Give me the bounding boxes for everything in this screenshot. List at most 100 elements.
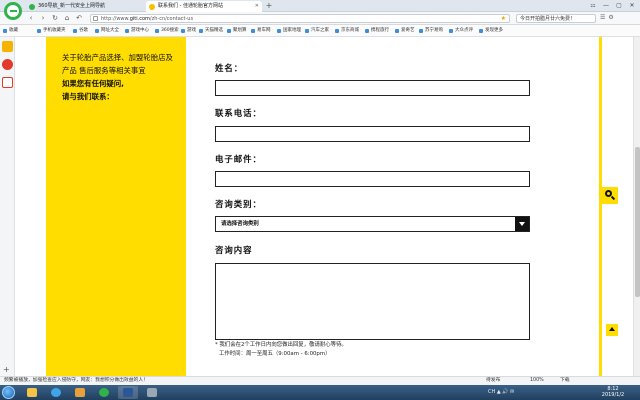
tab-contact-us[interactable]: 联系我们 - 佳通轮胎官方网站 ✕ <box>146 1 262 12</box>
media-icon <box>75 388 85 397</box>
back-icon[interactable]: ‹ <box>26 14 36 23</box>
lock-icon <box>93 16 98 21</box>
bookmark-item[interactable]: 手机收藏夹 <box>36 25 66 37</box>
maximize-button[interactable]: ▢ <box>614 1 624 11</box>
tab-360-nav[interactable]: 360导航_新一代安全上网导航 <box>26 1 144 12</box>
taskbar-app[interactable] <box>22 386 42 399</box>
bookmark-item[interactable]: 收藏 <box>2 25 18 37</box>
add-sidebar-icon[interactable]: + <box>3 365 10 374</box>
phone-input[interactable] <box>215 126 530 142</box>
tab-title: 联系我们 - 佳通轮胎官方网站 <box>158 3 223 9</box>
bookmark-item[interactable]: 天猫精选 <box>198 25 223 37</box>
bookmark-item[interactable]: 360搜索 <box>154 25 179 37</box>
game-icon[interactable] <box>2 77 13 88</box>
bookmark-icon <box>199 29 203 33</box>
url-input[interactable]: http://www.giti.com/zh-cn/contact-us ★ <box>90 14 510 23</box>
working-hours: 工作时间：周一至周五（9:00am - 6:00pm） <box>219 351 331 357</box>
weibo-icon[interactable] <box>2 59 13 70</box>
back-to-top-button[interactable] <box>606 324 618 336</box>
bookmark-icon <box>277 29 281 33</box>
taskbar-app[interactable] <box>118 386 138 399</box>
bookmark-item[interactable]: 爱奇艺 <box>394 25 415 37</box>
content-label: 咨询内容 <box>215 245 253 255</box>
bookmark-item[interactable]: 易车网 <box>250 25 271 37</box>
bookmark-item[interactable]: 游戏中心 <box>124 25 149 37</box>
bookmark-icon <box>73 29 77 33</box>
giti-favicon-icon <box>149 4 155 10</box>
right-accent-stripe <box>599 37 602 376</box>
undo-icon[interactable]: ↶ <box>74 14 84 23</box>
search-button[interactable] <box>601 187 618 204</box>
minimize-button[interactable]: — <box>601 1 611 11</box>
bookmark-icon <box>181 29 185 33</box>
bookmark-icon <box>95 29 99 33</box>
phone-label: 联系电话： <box>215 108 262 118</box>
menu-button[interactable]: ⚏ <box>588 1 598 11</box>
folder-icon <box>27 388 37 397</box>
bookmark-icon <box>305 29 309 33</box>
tab-bar: 360导航_新一代安全上网导航 联系我们 - 佳通轮胎官方网站 ✕ + ⚏ — … <box>0 0 640 12</box>
taskbar-app[interactable] <box>94 386 114 399</box>
forward-icon[interactable]: › <box>38 14 48 23</box>
bookmark-item[interactable]: 游戏 <box>180 25 196 37</box>
bookmark-icon <box>251 29 255 33</box>
intro-text: 关于轮胎产品选择、加盟轮胎店及产品 售后服务等相关事宜 <box>62 53 173 75</box>
bookmark-item[interactable]: 谷歌 <box>72 25 88 37</box>
tab-title: 360导航_新一代安全上网导航 <box>38 3 106 9</box>
taskbar-app[interactable] <box>70 386 90 399</box>
email-input[interactable] <box>215 171 530 187</box>
status-bar: 频繁被播放，加强检查应入侵防守，网友：我想积分做出效益的人！ 待发布 100% … <box>0 376 640 385</box>
bookmark-item[interactable]: 携程旅行 <box>364 25 389 37</box>
start-button[interactable] <box>2 386 15 399</box>
bookmark-item[interactable]: 大众点评 <box>448 25 473 37</box>
bookmark-icon <box>365 29 369 33</box>
scrollbar[interactable] <box>633 37 640 376</box>
taskbar-app[interactable] <box>142 386 162 399</box>
bookmark-item[interactable]: 国家地理 <box>276 25 301 37</box>
content-textarea[interactable] <box>215 263 530 340</box>
category-select[interactable]: 请选择咨询类别 <box>215 216 530 232</box>
ie-icon <box>51 388 61 397</box>
close-tab-icon[interactable]: ✕ <box>255 1 259 12</box>
system-tray[interactable]: CH ▲ 🔊 ✉ <box>488 385 514 400</box>
360-favicon-icon <box>29 4 35 10</box>
question-text: 如果您有任何疑问, <box>62 79 124 88</box>
scrollbar-thumb[interactable] <box>635 147 640 297</box>
refresh-icon[interactable]: ↻ <box>50 14 60 23</box>
bookmark-item[interactable]: 汽车之家 <box>304 25 329 37</box>
close-window-button[interactable]: ✕ <box>627 1 637 11</box>
taskbar-app[interactable] <box>46 386 66 399</box>
bookmark-item[interactable]: 苏宁易购 <box>418 25 443 37</box>
clock[interactable]: 8:12 2019/1/2 <box>590 386 636 398</box>
status-item[interactable]: 待发布 <box>486 377 500 385</box>
bookmark-item[interactable]: 发现更多 <box>478 25 503 37</box>
zoom-level[interactable]: 100% <box>530 377 544 385</box>
bookmark-icon <box>155 29 159 33</box>
url-text: http://www.giti.com/zh-cn/contact-us <box>101 16 194 22</box>
page-viewport: 关于轮胎产品选择、加盟轮胎店及产品 售后服务等相关事宜 如果您有任何疑问, 请与… <box>15 37 633 376</box>
browser-logo-icon[interactable] <box>4 2 22 20</box>
name-input[interactable] <box>215 80 530 96</box>
bookmark-icon <box>449 29 453 33</box>
name-label: 姓名： <box>215 63 244 73</box>
app-icon <box>147 388 157 397</box>
bookmark-item[interactable]: 京东商城 <box>334 25 359 37</box>
favorites-star-icon[interactable] <box>2 41 13 52</box>
contact-prompt: 请与我们联系： <box>62 92 114 101</box>
contact-intro: 关于轮胎产品选择、加盟轮胎店及产品 售后服务等相关事宜 如果您有任何疑问, 请与… <box>62 51 174 103</box>
contact-info-panel: 关于轮胎产品选择、加盟轮胎店及产品 售后服务等相关事宜 如果您有任何疑问, 请与… <box>46 37 186 376</box>
new-tab-button[interactable]: + <box>264 1 274 11</box>
360-browser-icon <box>99 388 109 397</box>
bookmark-item[interactable]: 聚划算 <box>226 25 247 37</box>
news-ticker[interactable]: 频繁被播放，加强检查应入侵防守，网友：我想积分做出效益的人！ <box>4 377 148 385</box>
home-icon[interactable]: ⌂ <box>62 14 72 23</box>
bookmark-icon <box>419 29 423 33</box>
toolbar-icons[interactable]: ☰⚙ <box>600 14 617 21</box>
bookmark-icon <box>3 29 7 33</box>
search-input[interactable]: 今日开拍腊月廿六免费！ <box>516 14 596 23</box>
browser-sidebar: + <box>0 37 15 376</box>
chevron-down-icon[interactable] <box>515 217 529 231</box>
bookmark-item[interactable]: 网址大全 <box>94 25 119 37</box>
favorite-star-icon[interactable]: ★ <box>501 15 506 23</box>
download-button[interactable]: 下载 <box>560 377 570 385</box>
